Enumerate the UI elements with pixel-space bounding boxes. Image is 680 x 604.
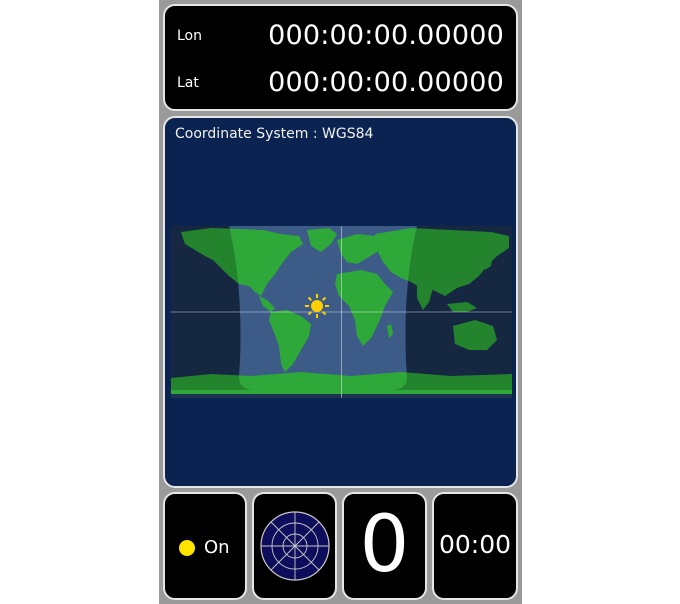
longitude-label: Lon bbox=[177, 28, 202, 44]
timer-value: 00:00 bbox=[438, 530, 512, 559]
longitude-row: Lon 000:00:00.00000 bbox=[165, 20, 516, 60]
coordinates-panel: Lon 000:00:00.00000 Lat 000:00:00.00000 bbox=[163, 4, 518, 111]
app-screen: Lon 000:00:00.00000 Lat 000:00:00.00000 … bbox=[159, 0, 522, 604]
satellite-count: 0 bbox=[359, 500, 410, 590]
timer-panel[interactable]: 00:00 bbox=[432, 492, 518, 600]
world-map[interactable] bbox=[171, 226, 512, 398]
sun-icon bbox=[305, 294, 329, 318]
coordinate-system-label: Coordinate System : WGS84 bbox=[175, 126, 374, 142]
map-panel[interactable]: Coordinate System : WGS84 bbox=[163, 116, 518, 488]
latitude-row: Lat 000:00:00.00000 bbox=[165, 67, 516, 107]
gps-toggle-button[interactable]: On bbox=[163, 492, 247, 600]
longitude-value: 000:00:00.00000 bbox=[268, 20, 504, 51]
satellite-radar-button[interactable] bbox=[252, 492, 337, 600]
gps-status-label: On bbox=[204, 537, 230, 558]
latitude-value: 000:00:00.00000 bbox=[268, 67, 504, 98]
satellite-radar-icon bbox=[260, 511, 330, 581]
satellite-count-panel[interactable]: 0 bbox=[342, 492, 427, 600]
gps-status-indicator bbox=[179, 540, 195, 556]
latitude-label: Lat bbox=[177, 75, 199, 91]
